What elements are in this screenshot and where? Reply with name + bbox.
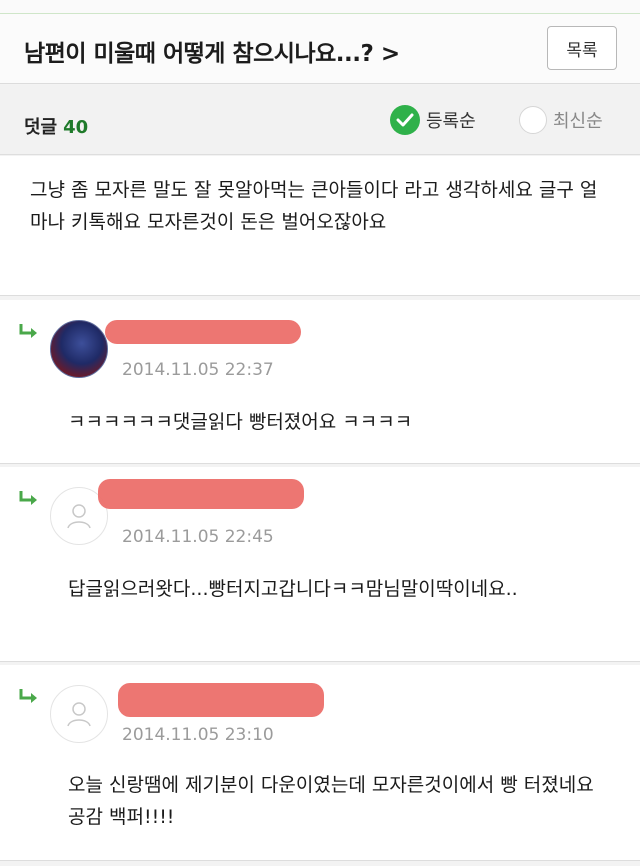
comment-count-label: 덧글 40	[24, 113, 88, 139]
top-divider	[0, 0, 640, 14]
reply-item: 2014.11.05 22:45 답글읽으러왓다...빵터지고갑니다ㅋㅋ맘님말이…	[0, 467, 640, 662]
comment-item: 그냥 좀 모자른 말도 잘 못알아먹는 큰아들이다 라고 생각하세요 글구 얼마…	[0, 156, 640, 296]
redacted-username	[105, 320, 301, 344]
sort-latest-option[interactable]: 최신순	[519, 105, 603, 135]
reply-text: 오늘 신랑땜에 제기분이 다운이였는데 모자른것이에서 빵 터졌네요 공감 백퍼…	[68, 774, 594, 828]
radio-empty-icon	[519, 106, 547, 134]
redacted-username	[98, 479, 304, 509]
default-user-icon	[67, 504, 91, 529]
avatar[interactable]	[50, 685, 108, 743]
comment-count: 40	[63, 117, 89, 138]
sort-registered-option[interactable]: 등록순	[390, 105, 476, 135]
avatar[interactable]	[50, 320, 108, 378]
sort-latest-label: 최신순	[553, 111, 603, 132]
reply-text: 답글읽으러왓다...빵터지고갑니다ㅋㅋ맘님말이딱이네요..	[68, 578, 518, 600]
default-user-icon	[67, 702, 91, 727]
reply-text: ㅋㅋㅋㅋㅋㅋ댓글읽다 빵터졌어요 ㅋㅋㅋㅋ	[68, 411, 413, 433]
reply-arrow-icon	[19, 689, 37, 703]
post-title-link[interactable]: 남편이 미울때 어떻게 참으시나요...? >	[24, 34, 400, 68]
comment-timestamp: 2014.11.05 22:37	[122, 360, 274, 380]
reply-arrow-icon	[19, 324, 37, 338]
post-header: 남편이 미울때 어떻게 참으시나요...? > 목록	[0, 14, 640, 84]
check-circle-icon	[390, 105, 420, 135]
comment-timestamp: 2014.11.05 23:10	[122, 725, 274, 745]
reply-item: 2014.11.05 22:37 ㅋㅋㅋㅋㅋㅋ댓글읽다 빵터졌어요 ㅋㅋㅋㅋ	[0, 300, 640, 464]
reply-arrow-icon	[19, 491, 37, 505]
redacted-username	[118, 683, 324, 717]
reply-item: 2014.11.05 23:10 오늘 신랑땜에 제기분이 다운이였는데 모자른…	[0, 665, 640, 861]
comment-label-text: 덧글	[24, 117, 58, 138]
sort-registered-label: 등록순	[426, 111, 476, 132]
comment-bar: 덧글 40 등록순 최신순	[0, 85, 640, 155]
comment-text: 그냥 좀 모자른 말도 잘 못알아먹는 큰아들이다 라고 생각하세요 글구 얼마…	[30, 179, 598, 233]
comment-timestamp: 2014.11.05 22:45	[122, 527, 274, 547]
list-button[interactable]: 목록	[547, 26, 617, 70]
